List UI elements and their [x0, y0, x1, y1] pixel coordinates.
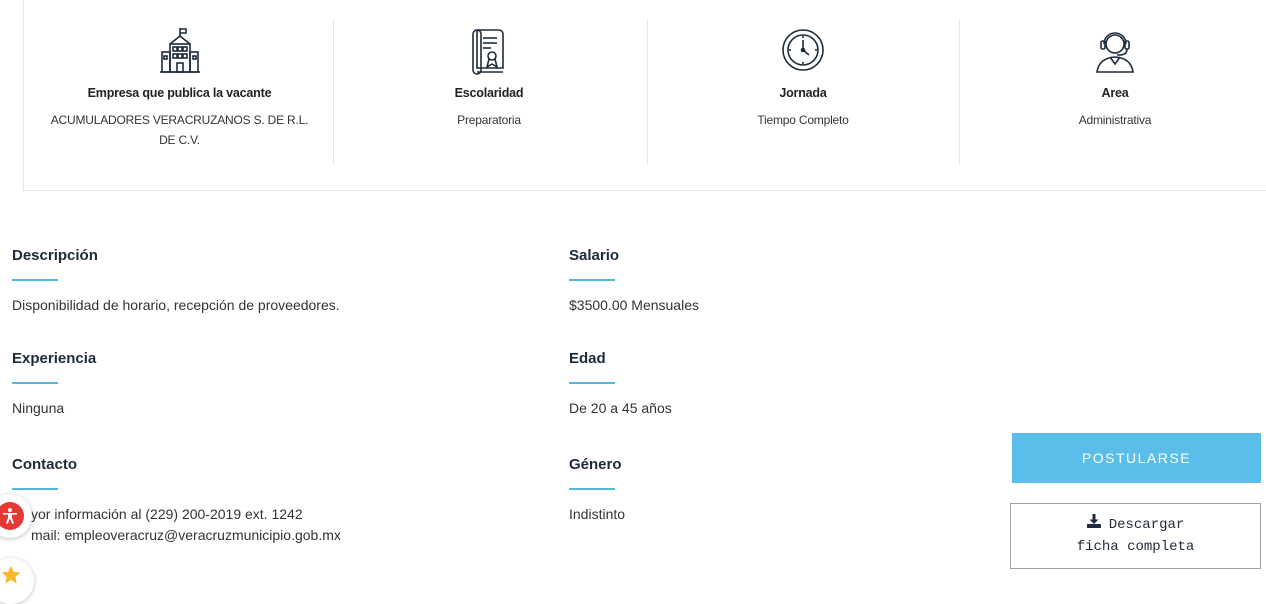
field-title: Edad: [569, 350, 606, 367]
summary-card-empresa: Empresa que publica la vacante ACUMULADO…: [24, 20, 335, 165]
field-descripcion: Descripción Disponibilidad de horario, r…: [12, 247, 340, 316]
field-divider: [12, 488, 58, 490]
download-button[interactable]: Descargar ficha completa: [1010, 503, 1261, 569]
summary-card-escolaridad: Escolaridad Preparatoria: [333, 20, 644, 165]
download-icon: [1086, 514, 1101, 536]
contact-email: mail: empleoveracruz@veracruzmunicipio.g…: [31, 527, 341, 543]
field-title: Salario: [569, 247, 620, 264]
field-experiencia: Experiencia Ninguna: [12, 350, 96, 419]
field-text: Disponibilidad de horario, recepción de …: [12, 297, 340, 313]
star-icon: [1, 565, 21, 584]
apply-button[interactable]: POSTULARSE: [1012, 433, 1261, 483]
field-edad: Edad De 20 a 45 años: [569, 350, 672, 419]
field-divider: [569, 279, 615, 281]
download-label: Descargar: [1108, 517, 1185, 533]
summary-value: ACUMULADORES VERACRUZANOS S. DE R.L. DE …: [50, 113, 309, 147]
field-text: Indistinto: [569, 506, 626, 522]
field-divider: [12, 279, 58, 281]
field-divider: [569, 488, 615, 490]
summary-card-area: Area Administrativa: [959, 20, 1266, 165]
field-title: Género: [569, 456, 622, 473]
download-sublabel: ficha completa: [1076, 539, 1195, 555]
summary-value: Preparatoria: [457, 113, 521, 127]
summary-card-jornada: Jornada Tiempo Completo: [647, 20, 958, 165]
summary-label: Jornada: [779, 86, 827, 100]
field-genero: Género Indistinto: [569, 456, 625, 525]
building-icon: [158, 26, 202, 76]
field-contacto: Contacto yor información al (229) 200-20…: [12, 456, 341, 546]
summary-label: Escolaridad: [454, 86, 524, 100]
contact-phone: yor información al (229) 200-2019 ext. 1…: [31, 506, 303, 522]
favorite-button[interactable]: [0, 558, 34, 604]
field-title: Experiencia: [12, 350, 97, 367]
field-title: Descripción: [12, 247, 98, 264]
clock-icon: [781, 26, 825, 76]
summary-value: Administrativa: [1078, 113, 1152, 127]
field-text: Ninguna: [12, 400, 65, 416]
field-text: $3500.00 Mensuales: [569, 297, 699, 313]
vacancy-summary: Empresa que publica la vacante ACUMULADO…: [23, 0, 1266, 191]
certificate-icon: [467, 26, 511, 76]
headset-agent-icon: [1093, 26, 1137, 76]
summary-label: Area: [1101, 86, 1129, 100]
summary-value: Tiempo Completo: [757, 113, 849, 127]
summary-label: Empresa que publica la vacante: [87, 86, 272, 100]
field-divider: [569, 382, 615, 384]
accessibility-icon: [0, 502, 24, 530]
field-title: Contacto: [12, 456, 77, 473]
field-text: yor información al (229) 200-2019 ext. 1…: [31, 504, 341, 546]
field-text: De 20 a 45 años: [569, 400, 672, 416]
field-divider: [12, 382, 58, 384]
field-salario: Salario $3500.00 Mensuales: [569, 247, 699, 316]
